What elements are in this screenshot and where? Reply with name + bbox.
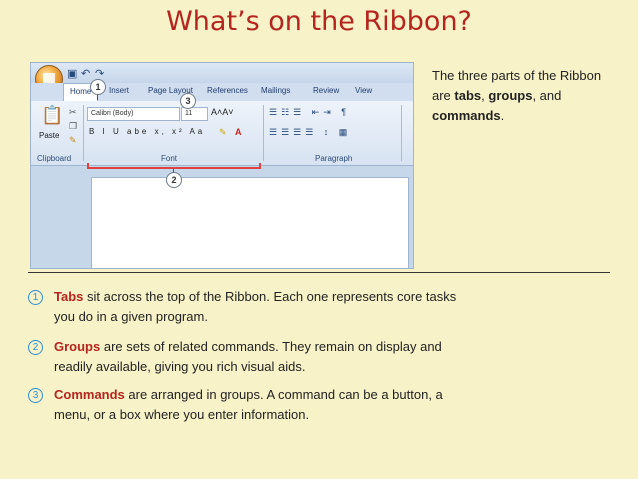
font-name-box[interactable]: Calibri (Body)	[87, 107, 180, 121]
divider	[28, 272, 610, 273]
paste-button[interactable]: Paste	[39, 131, 59, 140]
intro-commands: commands	[432, 108, 501, 123]
number-badge: 1	[28, 290, 43, 305]
intro-groups: groups	[488, 88, 533, 103]
callout-1: 1	[90, 79, 106, 95]
ribbon-tabs: Home Insert Page Layout References Maili…	[31, 83, 413, 105]
tab-view[interactable]: View	[355, 86, 372, 95]
callout-3: 3	[180, 93, 196, 109]
quick-access-toolbar: ▣ ↶ ↷	[31, 63, 413, 83]
ribbon: 📋 Paste ✂ ❐ ✎ Calibri (Body) 11 A˄A˅ B I…	[31, 101, 413, 166]
paste-icon: 📋	[41, 105, 64, 125]
undo-icon: ↶	[81, 68, 91, 80]
save-icon: ▣	[67, 68, 78, 80]
format-buttons[interactable]: B I U abe x, x² Aa	[89, 127, 205, 136]
format-painter-icon[interactable]: ✎	[69, 135, 77, 146]
slide-title: What’s on the Ribbon?	[166, 6, 472, 37]
word-ribbon-screenshot: ▣ ↶ ↷ Home Insert Page Layout References…	[30, 62, 414, 269]
highlight-icon[interactable]: ✎	[219, 127, 227, 138]
callout-2: 2	[166, 172, 182, 188]
document-page[interactable]	[91, 177, 409, 268]
group-clipboard-label: Clipboard	[37, 154, 72, 163]
list-item: 1 Tabs sit across the top of the Ribbon.…	[28, 287, 468, 327]
tab-mailings[interactable]: Mailings	[261, 86, 290, 95]
cut-icon[interactable]: ✂	[69, 107, 77, 118]
font-color-icon[interactable]: A	[235, 127, 242, 137]
tab-references[interactable]: References	[207, 86, 248, 95]
tab-review[interactable]: Review	[313, 86, 339, 95]
number-badge: 2	[28, 340, 43, 355]
group-paragraph-label: Paragraph	[315, 154, 353, 163]
list-item: 2 Groups are sets of related commands. T…	[28, 337, 468, 377]
intro-tabs: tabs	[454, 88, 482, 103]
grow-font-icon[interactable]: A˄A˅	[211, 107, 234, 117]
copy-icon[interactable]: ❐	[69, 121, 77, 132]
group-font-label: Font	[161, 154, 178, 163]
intro-text: The three parts of the Ribbon are tabs, …	[432, 68, 602, 123]
list-item: 3 Commands are arranged in groups. A com…	[28, 385, 468, 425]
tab-insert[interactable]: Insert	[109, 86, 129, 95]
font-size-box[interactable]: 11	[181, 107, 208, 121]
align-buttons-icon[interactable]: ☰☰☰☰ ↕ ▦	[269, 127, 351, 138]
font-group-marker	[87, 163, 261, 169]
number-badge: 3	[28, 388, 43, 403]
list-buttons-icon[interactable]: ☰☷☰ ⇤⇥ ¶	[269, 107, 350, 118]
